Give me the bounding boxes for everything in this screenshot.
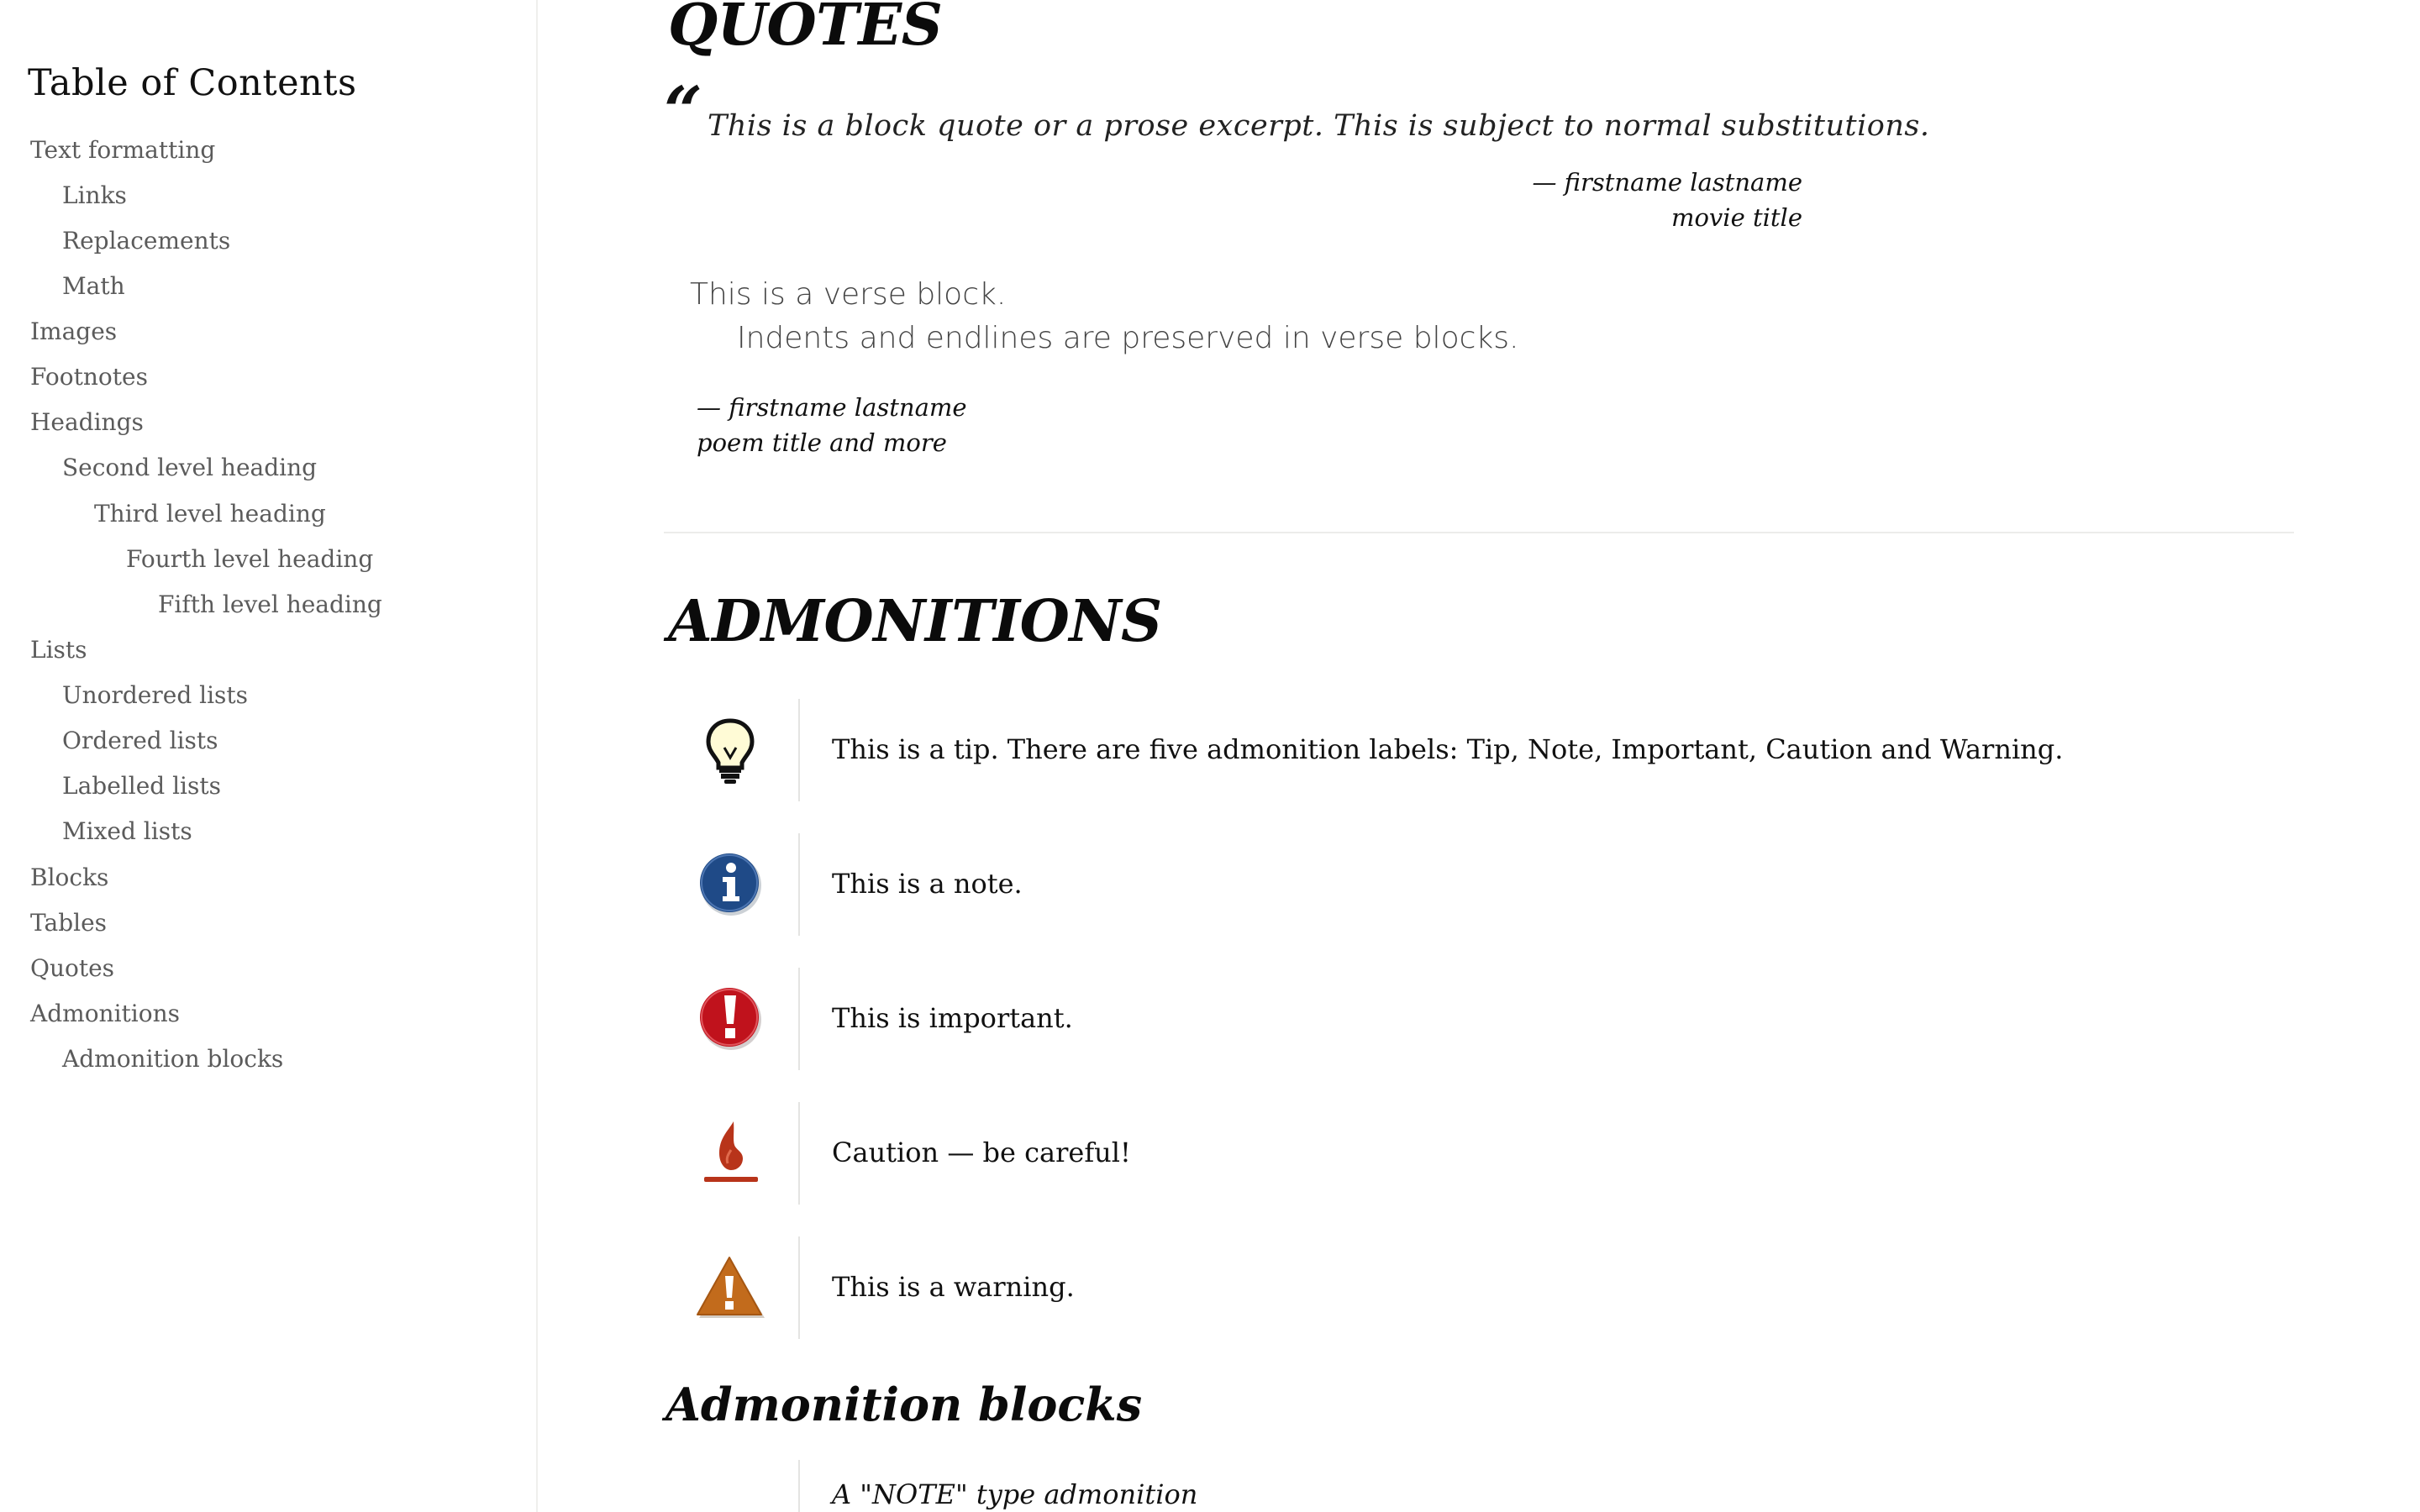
verse-line-2: Indents and endlines are preserved in ve… <box>737 321 1519 355</box>
toc-item-second-level-heading[interactable]: Second level heading <box>62 454 317 481</box>
toc-item-labelled-lists[interactable]: Labelled lists <box>62 773 221 800</box>
quote-mark-icon: “ <box>664 71 703 150</box>
block-quote-text: This is a block quote or a prose excerpt… <box>708 109 1930 143</box>
admonition-text: This is important. <box>832 1002 1073 1034</box>
quote-citation: movie title <box>1670 203 1802 232</box>
admonition-separator <box>798 1236 800 1339</box>
exclamation-icon <box>700 988 761 1050</box>
lightbulb-icon <box>706 718 755 784</box>
toc-item-headings[interactable]: Headings <box>30 409 144 436</box>
toc-title: Table of Contents <box>28 62 357 104</box>
verse-citation: poem title and more <box>697 428 947 457</box>
toc-item-tables[interactable]: Tables <box>30 910 107 937</box>
toc-item-admonitions[interactable]: Admonitions <box>30 1000 180 1027</box>
admonition-separator <box>798 1102 800 1205</box>
admonition-text: This is a note. <box>832 868 1023 900</box>
table-of-contents: Table of Contents Text formatting Links … <box>0 0 538 1512</box>
toc-item-links[interactable]: Links <box>62 182 127 209</box>
info-icon <box>700 853 761 916</box>
quotes-heading: QUOTES <box>668 0 943 59</box>
toc-item-ordered-lists[interactable]: Ordered lists <box>62 727 218 754</box>
toc-item-fifth-level-heading[interactable]: Fifth level heading <box>158 591 382 618</box>
admonition-separator <box>798 968 800 1070</box>
toc-item-admonition-blocks[interactable]: Admonition blocks <box>62 1046 283 1073</box>
section-divider <box>664 532 2294 533</box>
toc-item-unordered-lists[interactable]: Unordered lists <box>62 682 248 709</box>
flame-icon <box>704 1121 758 1182</box>
admonition-text: Caution — be careful! <box>832 1137 1131 1168</box>
admonition-separator <box>798 833 800 936</box>
toc-item-fourth-level-heading[interactable]: Fourth level heading <box>126 546 373 573</box>
verse-line-1: This is a verse block. <box>690 277 1007 312</box>
toc-item-text-formatting[interactable]: Text formatting <box>30 137 215 164</box>
admonition-text: This is a warning. <box>832 1271 1075 1303</box>
toc-item-replacements[interactable]: Replacements <box>62 228 230 255</box>
toc-item-math[interactable]: Math <box>62 273 125 300</box>
quote-attribution: — firstname lastname <box>1532 168 1802 197</box>
toc-item-third-level-heading[interactable]: Third level heading <box>94 501 326 528</box>
toc-item-footnotes[interactable]: Footnotes <box>30 364 148 391</box>
verse-attribution: — firstname lastname <box>697 393 967 422</box>
warning-triangle-icon <box>697 1257 765 1318</box>
admonitions-heading: ADMONITIONS <box>668 588 1162 655</box>
toc-item-mixed-lists[interactable]: Mixed lists <box>62 818 192 845</box>
toc-item-lists[interactable]: Lists <box>30 637 87 664</box>
admonition-blocks-heading: Admonition blocks <box>666 1378 1143 1431</box>
admonition-text: This is a tip. There are five admonition… <box>832 733 2064 765</box>
admonition-separator <box>798 1460 800 1512</box>
toc-item-images[interactable]: Images <box>30 318 117 345</box>
admonition-separator <box>798 699 800 801</box>
admonition-block-title: A "NOTE" type admonition <box>832 1478 1198 1510</box>
toc-item-blocks[interactable]: Blocks <box>30 864 108 891</box>
toc-item-quotes[interactable]: Quotes <box>30 955 114 982</box>
